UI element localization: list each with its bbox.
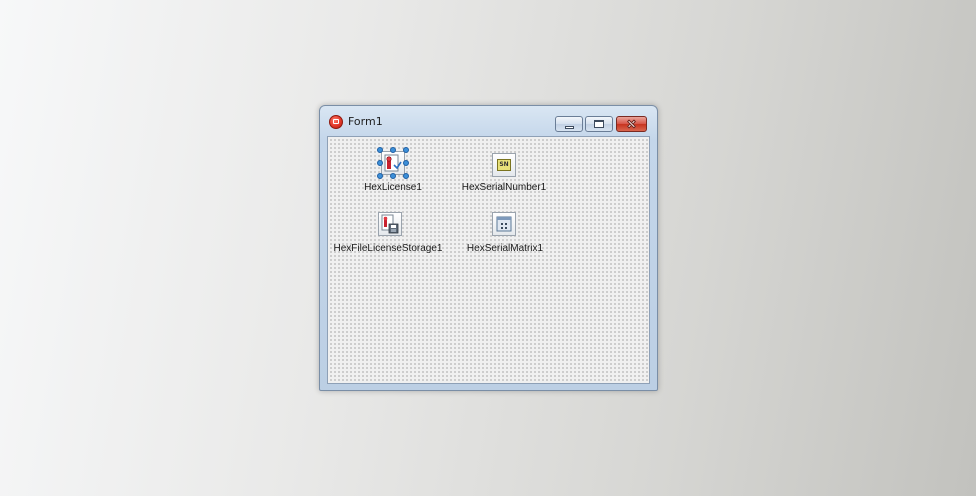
app-icon[interactable] bbox=[329, 115, 343, 129]
selection-handle[interactable] bbox=[377, 173, 383, 179]
form-designer-surface[interactable]: HexLicense1 SN HexSerialNumber1 HexFileL… bbox=[327, 136, 650, 384]
license-storage-icon bbox=[381, 214, 399, 234]
selection-handle[interactable] bbox=[377, 160, 383, 166]
hex-file-license-storage-component[interactable] bbox=[378, 212, 402, 236]
selection-handle[interactable] bbox=[390, 173, 396, 179]
license-icon bbox=[384, 154, 402, 172]
selection-handle[interactable] bbox=[403, 147, 409, 153]
hex-serial-matrix-component[interactable] bbox=[492, 212, 516, 236]
form-window: Form1 HexLicense1 SN HexSerialNumber1 He… bbox=[319, 105, 658, 391]
component-label: HexSerialMatrix1 bbox=[466, 243, 544, 254]
serial-matrix-icon bbox=[496, 216, 512, 232]
hex-serial-number-component[interactable]: SN bbox=[492, 153, 516, 177]
selection-handle[interactable] bbox=[403, 173, 409, 179]
window-title: Form1 bbox=[348, 115, 383, 128]
component-label: HexSerialNumber1 bbox=[461, 182, 547, 193]
component-label: HexFileLicenseStorage1 bbox=[333, 243, 443, 254]
hex-license-component[interactable] bbox=[377, 147, 409, 179]
selection-handle[interactable] bbox=[390, 147, 396, 153]
selection-handle[interactable] bbox=[377, 147, 383, 153]
maximize-button[interactable] bbox=[585, 116, 613, 132]
serial-number-icon: SN bbox=[497, 159, 511, 171]
component-label: HexLicense1 bbox=[364, 182, 422, 193]
minimize-button[interactable] bbox=[555, 116, 583, 132]
selection-handle[interactable] bbox=[403, 160, 409, 166]
close-button[interactable] bbox=[616, 116, 647, 132]
title-bar[interactable]: Form1 bbox=[320, 106, 657, 136]
